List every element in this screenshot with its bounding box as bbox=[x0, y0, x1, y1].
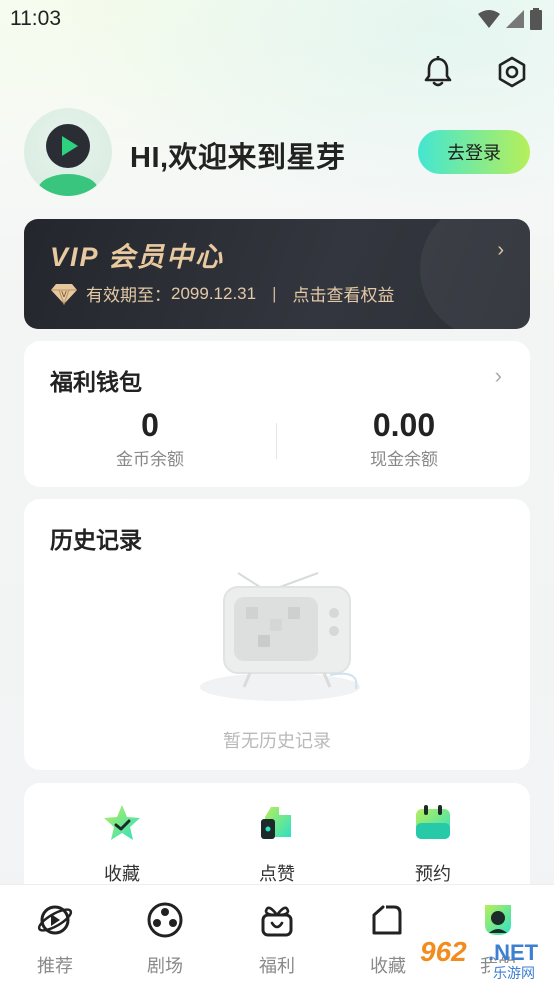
wifi-icon bbox=[478, 10, 500, 28]
nav-item-theater[interactable]: 剧场 bbox=[110, 901, 220, 978]
planet-icon bbox=[37, 905, 73, 935]
avatar-illustration-icon bbox=[38, 124, 98, 196]
cash-balance-value: 0.00 bbox=[372, 407, 436, 443]
cash-balance[interactable]: 0.00 现金余额 bbox=[304, 407, 504, 470]
bell-icon bbox=[424, 56, 452, 87]
vip-title: VIP 会员中心 bbox=[50, 242, 225, 272]
settings-button[interactable] bbox=[492, 52, 532, 92]
star-check-icon bbox=[104, 805, 140, 840]
quick-action-favorites[interactable]: 收藏 bbox=[62, 803, 182, 886]
wallet-card[interactable]: 福利钱包 › 0 金币余额 0.00 现金余额 bbox=[24, 341, 530, 487]
coin-balance-value: 0 bbox=[141, 407, 159, 443]
quick-action-likes[interactable]: 点赞 bbox=[217, 803, 337, 886]
gift-icon bbox=[261, 906, 293, 937]
nav-label: 剧场 bbox=[147, 956, 183, 976]
status-bar: 11:03 bbox=[0, 0, 554, 40]
cash-balance-label: 现金余额 bbox=[370, 450, 438, 469]
empty-tv-illustration-icon bbox=[200, 572, 360, 701]
greeting-text: HI,欢迎来到星芽 bbox=[130, 142, 346, 174]
history-card: 历史记录 暂无历史记录 bbox=[24, 499, 530, 770]
nav-label: 推荐 bbox=[37, 956, 73, 976]
coin-balance-label: 金币余额 bbox=[116, 450, 184, 469]
notification-button[interactable] bbox=[418, 52, 458, 92]
quick-action-reservations[interactable]: 预约 bbox=[373, 803, 493, 886]
cellular-signal-icon bbox=[506, 10, 524, 28]
watermark-logo: 962 .NET 乐游网 bbox=[416, 936, 550, 983]
svg-text:V: V bbox=[61, 290, 67, 299]
status-time: 11:03 bbox=[10, 7, 61, 30]
wallet-title: 福利钱包 bbox=[50, 369, 142, 395]
quick-action-label: 收藏 bbox=[104, 864, 140, 884]
vip-expiry-label: 有效期至： bbox=[86, 286, 171, 305]
coin-balance[interactable]: 0 金币余额 bbox=[50, 407, 250, 470]
quick-action-label: 预约 bbox=[415, 864, 451, 884]
battery-icon bbox=[530, 8, 542, 30]
avatar[interactable] bbox=[24, 108, 112, 196]
wallet-divider bbox=[276, 423, 277, 459]
thumb-up-icon bbox=[261, 807, 291, 839]
calendar-icon bbox=[416, 805, 450, 839]
film-reel-icon bbox=[147, 902, 183, 938]
status-icons bbox=[478, 8, 542, 30]
chevron-right-icon: › bbox=[494, 363, 502, 388]
folder-icon bbox=[372, 905, 402, 935]
vip-expiry-date: 2099.12.31 bbox=[171, 283, 257, 303]
vip-card[interactable]: VIP 会员中心 › V 有效期至： 2099.12.31 | 点击查看权益 bbox=[24, 219, 530, 329]
gear-icon bbox=[498, 56, 526, 88]
vip-info-row: V 有效期至： 2099.12.31 | 点击查看权益 bbox=[50, 281, 395, 306]
diamond-icon: V bbox=[51, 283, 77, 305]
nav-label: 福利 bbox=[259, 956, 295, 976]
nav-item-welfare[interactable]: 福利 bbox=[222, 901, 332, 978]
profile-icon bbox=[485, 905, 511, 935]
nav-item-recommend[interactable]: 推荐 bbox=[0, 901, 110, 978]
quick-action-label: 点赞 bbox=[259, 864, 295, 884]
vip-benefits-link[interactable]: 点击查看权益 bbox=[293, 281, 395, 306]
history-empty-text: 暂无历史记录 bbox=[223, 731, 331, 751]
watermark-number: 962 bbox=[420, 936, 467, 967]
chevron-right-icon: › bbox=[497, 239, 504, 261]
history-title: 历史记录 bbox=[50, 527, 142, 553]
login-button[interactable]: 去登录 bbox=[418, 130, 530, 174]
watermark-site-name: 乐游网 bbox=[490, 963, 538, 983]
vip-separator: | bbox=[272, 283, 277, 303]
